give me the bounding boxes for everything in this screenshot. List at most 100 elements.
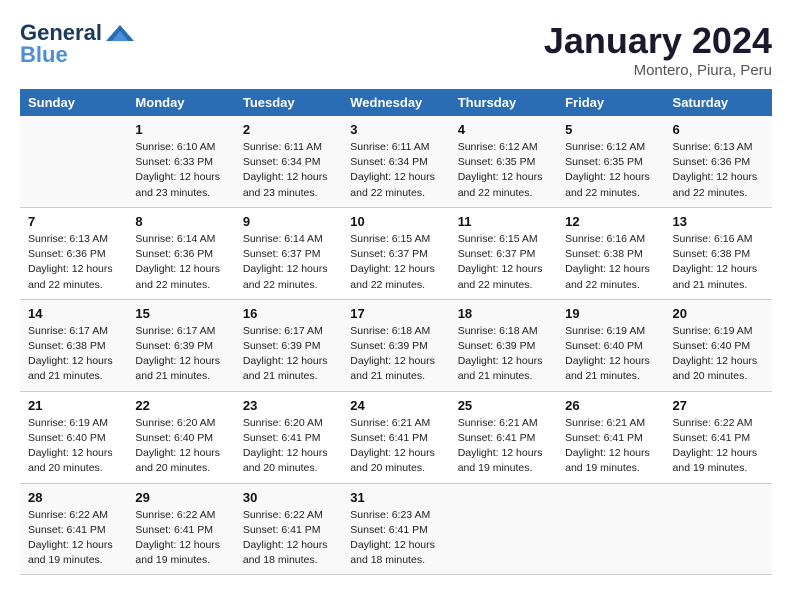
day-number: 4 (458, 122, 549, 137)
day-number: 24 (350, 398, 441, 413)
calendar-cell: 25 Sunrise: 6:21 AMSunset: 6:41 PMDayligh… (450, 391, 557, 483)
day-number: 27 (673, 398, 764, 413)
day-info: Sunrise: 6:16 AMSunset: 6:38 PMDaylight:… (565, 232, 656, 293)
calendar-cell: 9Sunrise: 6:14 AMSunset: 6:37 PMDaylight… (235, 207, 342, 299)
day-info: Sunrise: 6:18 AMSunset: 6:39 PMDaylight:… (350, 324, 441, 385)
logo: General Blue (20, 20, 134, 68)
day-info: Sunrise: 6:23 AMSunset: 6:41 PMDaylight:… (350, 508, 441, 569)
calendar-cell: 29Sunrise: 6:22 AMSunset: 6:41 PMDayligh… (127, 483, 234, 575)
calendar-cell: 27 Sunrise: 6:22 AMSunset: 6:41 PMDayligh… (665, 391, 772, 483)
month-title: January 2024 (544, 20, 772, 62)
calendar-cell: 20 Sunrise: 6:19 AMSunset: 6:40 PMDayligh… (665, 299, 772, 391)
day-info: Sunrise: 6:22 AMSunset: 6:41 PMDaylight:… (243, 508, 334, 569)
day-number: 1 (135, 122, 226, 137)
day-number: 2 (243, 122, 334, 137)
day-number: 7 (28, 214, 119, 229)
weekday-header-friday: Friday (557, 89, 664, 116)
day-number: 16 (243, 306, 334, 321)
calendar-cell (665, 483, 772, 575)
day-number: 31 (350, 490, 441, 505)
week-row-2: 7 Sunrise: 6:13 AMSunset: 6:36 PMDaylight… (20, 207, 772, 299)
calendar-cell: 28Sunrise: 6:22 AMSunset: 6:41 PMDayligh… (20, 483, 127, 575)
calendar-cell: 6 Sunrise: 6:13 AMSunset: 6:36 PMDaylight… (665, 116, 772, 207)
day-number: 19 (565, 306, 656, 321)
calendar-cell: 22 Sunrise: 6:20 AMSunset: 6:40 PMDayligh… (127, 391, 234, 483)
calendar-cell: 24 Sunrise: 6:21 AMSunset: 6:41 PMDayligh… (342, 391, 449, 483)
calendar-cell: 1 Sunrise: 6:10 AMSunset: 6:33 PMDaylight… (127, 116, 234, 207)
calendar-cell: 2 Sunrise: 6:11 AMSunset: 6:34 PMDaylight… (235, 116, 342, 207)
day-number: 18 (458, 306, 549, 321)
weekday-header-monday: Monday (127, 89, 234, 116)
weekday-header-sunday: Sunday (20, 89, 127, 116)
calendar-cell (20, 116, 127, 207)
weekday-header-tuesday: Tuesday (235, 89, 342, 116)
calendar-cell: 17 Sunrise: 6:18 AMSunset: 6:39 PMDayligh… (342, 299, 449, 391)
logo-icon (106, 23, 134, 43)
calendar-cell: 23Sunrise: 6:20 AMSunset: 6:41 PMDayligh… (235, 391, 342, 483)
logo-blue-text: Blue (20, 42, 68, 68)
day-number: 29 (135, 490, 226, 505)
day-number: 3 (350, 122, 441, 137)
calendar-cell: 14 Sunrise: 6:17 AMSunset: 6:38 PMDayligh… (20, 299, 127, 391)
calendar-cell: 8 Sunrise: 6:14 AMSunset: 6:36 PMDaylight… (127, 207, 234, 299)
day-info: Sunrise: 6:10 AMSunset: 6:33 PMDaylight:… (135, 140, 226, 201)
day-info: Sunrise: 6:13 AMSunset: 6:36 PMDaylight:… (673, 140, 764, 201)
day-number: 5 (565, 122, 656, 137)
calendar-table: SundayMondayTuesdayWednesdayThursdayFrid… (20, 89, 772, 575)
calendar-cell (557, 483, 664, 575)
calendar-cell (450, 483, 557, 575)
day-info: Sunrise: 6:17 AMSunset: 6:38 PMDaylight:… (28, 324, 119, 385)
day-number: 6 (673, 122, 764, 137)
day-info: Sunrise: 6:14 AMSunset: 6:36 PMDaylight:… (135, 232, 226, 293)
day-number: 8 (135, 214, 226, 229)
weekday-header-thursday: Thursday (450, 89, 557, 116)
calendar-cell: 30 Sunrise: 6:22 AMSunset: 6:41 PMDayligh… (235, 483, 342, 575)
day-info: Sunrise: 6:21 AMSunset: 6:41 PMDaylight:… (565, 416, 656, 477)
calendar-cell: 31 Sunrise: 6:23 AMSunset: 6:41 PMDayligh… (342, 483, 449, 575)
location-text: Montero, Piura, Peru (544, 62, 772, 79)
week-row-4: 21 Sunrise: 6:19 AMSunset: 6:40 PMDayligh… (20, 391, 772, 483)
weekday-header-wednesday: Wednesday (342, 89, 449, 116)
day-number: 14 (28, 306, 119, 321)
day-info: Sunrise: 6:21 AMSunset: 6:41 PMDaylight:… (458, 416, 549, 477)
day-info: Sunrise: 6:17 AMSunset: 6:39 PMDaylight:… (135, 324, 226, 385)
title-block: January 2024 Montero, Piura, Peru (544, 20, 772, 79)
calendar-cell: 26 Sunrise: 6:21 AMSunset: 6:41 PMDayligh… (557, 391, 664, 483)
day-number: 30 (243, 490, 334, 505)
day-number: 21 (28, 398, 119, 413)
day-info: Sunrise: 6:22 AMSunset: 6:41 PMDaylight:… (673, 416, 764, 477)
day-number: 22 (135, 398, 226, 413)
calendar-cell: 16 Sunrise: 6:17 AMSunset: 6:39 PMDayligh… (235, 299, 342, 391)
calendar-cell: 13Sunrise: 6:16 AMSunset: 6:38 PMDayligh… (665, 207, 772, 299)
day-info: Sunrise: 6:21 AMSunset: 6:41 PMDaylight:… (350, 416, 441, 477)
day-number: 17 (350, 306, 441, 321)
calendar-cell: 4 Sunrise: 6:12 AMSunset: 6:35 PMDaylight… (450, 116, 557, 207)
week-row-3: 14 Sunrise: 6:17 AMSunset: 6:38 PMDayligh… (20, 299, 772, 391)
week-row-5: 28Sunrise: 6:22 AMSunset: 6:41 PMDayligh… (20, 483, 772, 575)
day-info: Sunrise: 6:20 AMSunset: 6:40 PMDaylight:… (135, 416, 226, 477)
day-number: 20 (673, 306, 764, 321)
day-info: Sunrise: 6:15 AMSunset: 6:37 PMDaylight:… (458, 232, 549, 293)
day-number: 11 (458, 214, 549, 229)
calendar-cell: 15 Sunrise: 6:17 AMSunset: 6:39 PMDayligh… (127, 299, 234, 391)
day-info: Sunrise: 6:17 AMSunset: 6:39 PMDaylight:… (243, 324, 334, 385)
calendar-cell: 19 Sunrise: 6:19 AMSunset: 6:40 PMDayligh… (557, 299, 664, 391)
day-number: 10 (350, 214, 441, 229)
day-info: Sunrise: 6:11 AMSunset: 6:34 PMDaylight:… (243, 140, 334, 201)
day-info: Sunrise: 6:19 AMSunset: 6:40 PMDaylight:… (673, 324, 764, 385)
week-row-1: 1 Sunrise: 6:10 AMSunset: 6:33 PMDaylight… (20, 116, 772, 207)
day-info: Sunrise: 6:19 AMSunset: 6:40 PMDaylight:… (565, 324, 656, 385)
day-number: 12 (565, 214, 656, 229)
calendar-cell: 5Sunrise: 6:12 AMSunset: 6:35 PMDaylight… (557, 116, 664, 207)
day-number: 15 (135, 306, 226, 321)
day-info: Sunrise: 6:16 AMSunset: 6:38 PMDaylight:… (673, 232, 764, 293)
day-number: 26 (565, 398, 656, 413)
day-info: Sunrise: 6:14 AMSunset: 6:37 PMDaylight:… (243, 232, 334, 293)
calendar-cell: 7 Sunrise: 6:13 AMSunset: 6:36 PMDaylight… (20, 207, 127, 299)
page-header: General Blue January 2024 Montero, Piura… (20, 20, 772, 79)
calendar-cell: 21 Sunrise: 6:19 AMSunset: 6:40 PMDayligh… (20, 391, 127, 483)
day-info: Sunrise: 6:12 AMSunset: 6:35 PMDaylight:… (458, 140, 549, 201)
day-number: 25 (458, 398, 549, 413)
day-info: Sunrise: 6:13 AMSunset: 6:36 PMDaylight:… (28, 232, 119, 293)
day-info: Sunrise: 6:19 AMSunset: 6:40 PMDaylight:… (28, 416, 119, 477)
